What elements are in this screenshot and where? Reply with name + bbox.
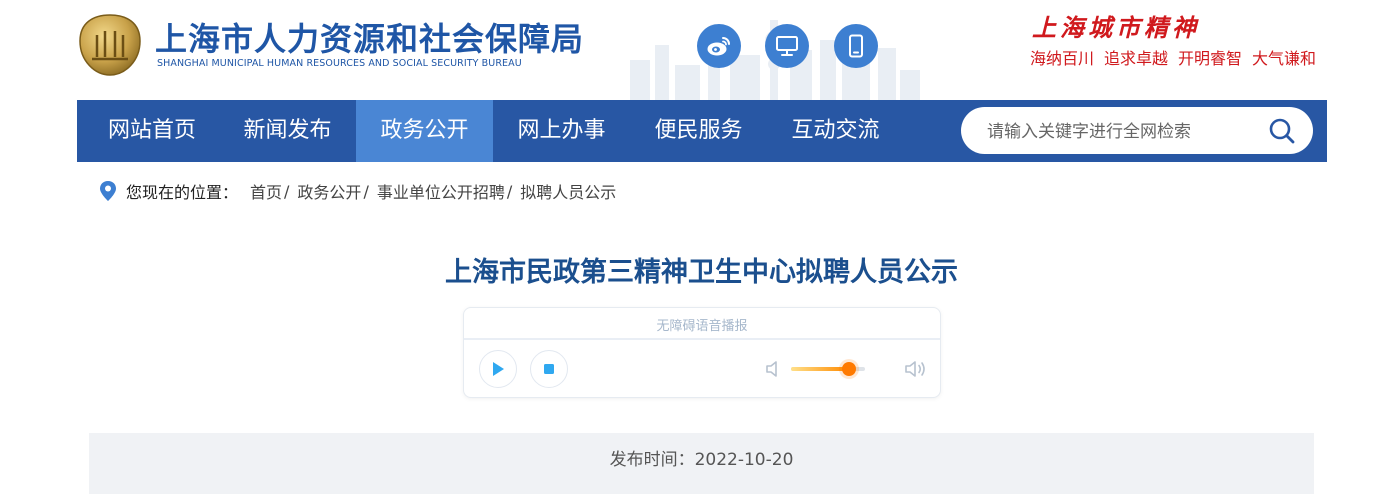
main-nav: 网站首页 新闻发布 政务公开 网上办事 便民服务 互动交流 [77, 100, 1327, 162]
org-name-cn[interactable]: 上海市人力资源和社会保障局 [155, 14, 584, 60]
breadcrumb-separator: / [363, 181, 369, 201]
publish-time: 发布时间：2022-10-20 [89, 445, 1314, 470]
stop-icon [544, 364, 554, 374]
org-name-en: SHANGHAI MUNICIPAL HUMAN RESOURCES AND S… [157, 58, 522, 69]
city-spirit-word: 大气谦和 [1252, 49, 1317, 68]
article-title: 上海市民政第三精神卫生中心拟聘人员公示 [445, 257, 958, 288]
nav-item-news[interactable]: 新闻发布 [219, 100, 356, 162]
search-button[interactable] [1267, 117, 1297, 145]
volume-knob[interactable] [841, 362, 856, 376]
search-input[interactable] [985, 107, 1259, 156]
publish-date: 2022-10-20 [694, 450, 794, 470]
city-spirit-title: 上海城市精神 [1032, 13, 1200, 42]
audio-player: 无障碍语音播报 [463, 307, 941, 398]
stop-button[interactable] [530, 350, 568, 388]
breadcrumb-separator: / [506, 181, 513, 201]
breadcrumb-recruitment[interactable]: 事业单位公开招聘 [377, 179, 505, 203]
weibo-icon [707, 37, 730, 56]
player-label: 无障碍语音播报 [656, 319, 748, 334]
nav-item-government-affairs[interactable]: 政务公开 [356, 100, 493, 162]
city-spirit-word: 开明睿智 [1178, 49, 1243, 68]
volume-slider[interactable] [791, 362, 865, 376]
volume-high-icon[interactable] [904, 358, 928, 380]
play-button[interactable] [479, 350, 517, 388]
breadcrumb: 您现在的位置： 首页 / 政务公开 / 事业单位公开招聘 / 拟聘人员公示 [98, 178, 616, 204]
desktop-site-button[interactable] [765, 24, 809, 68]
nav-item-home[interactable]: 网站首页 [85, 100, 219, 162]
publish-time-label: 发布时间： [609, 450, 695, 470]
play-icon [493, 362, 504, 376]
breadcrumb-government-affairs[interactable]: 政务公开 [297, 179, 361, 203]
site-search [961, 107, 1313, 156]
city-spirit-words: 海纳百川 追求卓越 开明睿智 大气谦和 [1030, 45, 1316, 69]
breadcrumb-current[interactable]: 拟聘人员公示 [520, 179, 616, 203]
mobile-site-button[interactable] [834, 24, 878, 68]
article-meta: 发布时间：2022-10-20 [89, 433, 1314, 494]
site-header: 上海市人力资源和社会保障局 SHANGHAI MUNICIPAL HUMAN R… [0, 0, 1388, 100]
mobile-icon [849, 34, 863, 58]
player-progress-track[interactable] [464, 338, 940, 340]
weibo-button[interactable] [697, 24, 741, 68]
volume-low-icon[interactable] [765, 359, 781, 379]
nav-item-online-services[interactable]: 网上办事 [493, 100, 630, 162]
bureau-emblem-logo[interactable] [77, 13, 143, 77]
breadcrumb-separator: / [284, 181, 290, 201]
search-icon [1269, 118, 1295, 144]
nav-item-interaction[interactable]: 互动交流 [767, 100, 904, 162]
city-spirit-word: 海纳百川 [1030, 49, 1095, 68]
breadcrumb-prefix: 您现在的位置： [126, 183, 239, 202]
desktop-icon [776, 36, 798, 56]
location-pin-icon [100, 181, 116, 201]
volume-fill [791, 367, 849, 371]
city-spirit-word: 追求卓越 [1104, 49, 1169, 68]
nav-item-public-services[interactable]: 便民服务 [630, 100, 767, 162]
breadcrumb-home[interactable]: 首页 [250, 179, 282, 203]
